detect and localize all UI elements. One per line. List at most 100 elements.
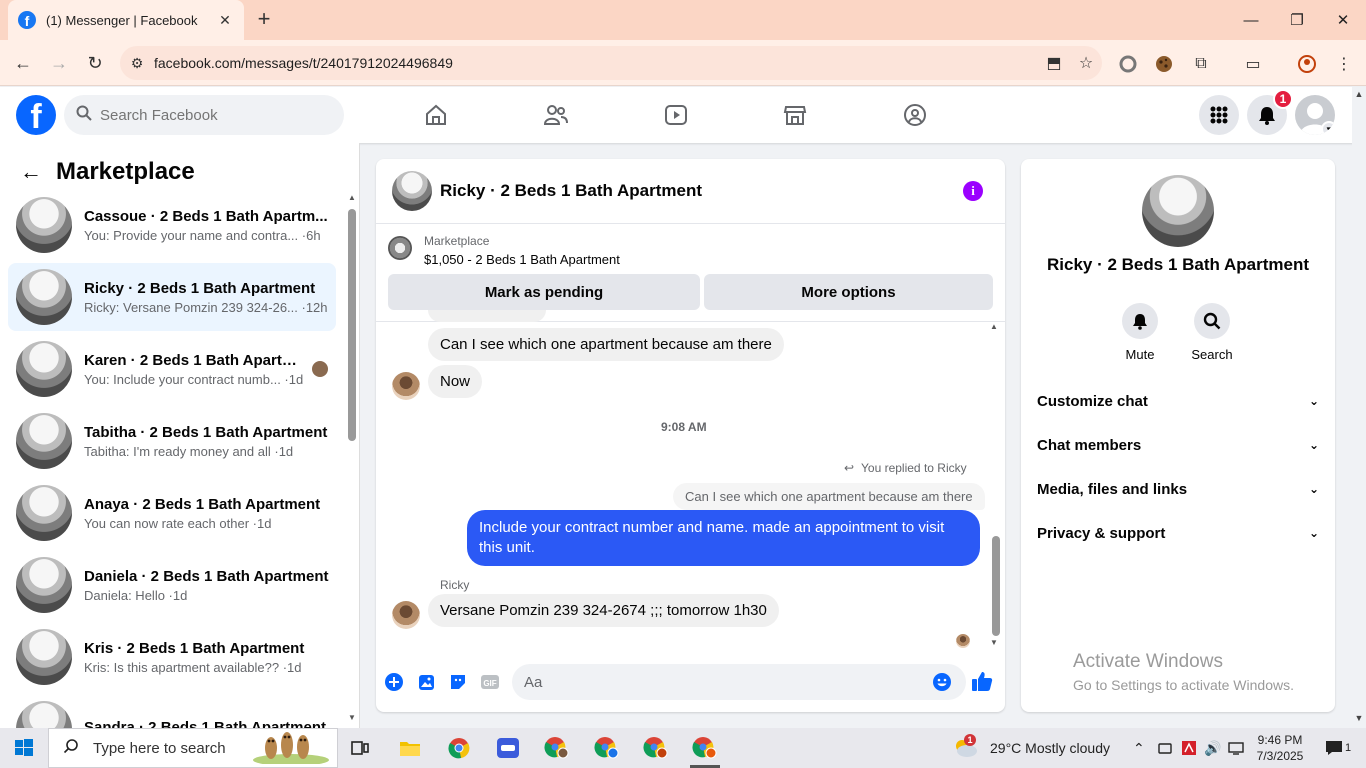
thumbs-up-icon[interactable] xyxy=(970,669,994,693)
conversation-item[interactable]: Kris · 2 Beds 1 Bath Apartment Kris: Is t… xyxy=(8,623,336,691)
tab-search-icon[interactable]: ▭ xyxy=(1241,52,1265,76)
gif-icon[interactable]: GIF xyxy=(478,670,502,694)
adobe-tray-icon[interactable] xyxy=(1181,728,1197,768)
more-actions-plus-icon[interactable] xyxy=(382,670,406,694)
profile-icon[interactable] xyxy=(1295,52,1319,76)
conversation-item[interactable]: Tabitha · 2 Beds 1 Bath Apartment Tabitha… xyxy=(8,407,336,475)
site-info-icon[interactable]: ⚙ xyxy=(120,55,154,72)
scroll-down-icon[interactable]: ▼ xyxy=(346,713,358,722)
new-tab-button[interactable]: + xyxy=(252,8,276,32)
mute-button[interactable]: Mute xyxy=(1110,303,1170,362)
browser-menu-icon[interactable]: ⋮ xyxy=(1332,52,1356,76)
incoming-message[interactable]: Can I see which one apartment because am… xyxy=(428,328,784,361)
scroll-up-icon[interactable]: ▲ xyxy=(1352,89,1366,99)
scrollbar-thumb[interactable] xyxy=(348,209,356,441)
customize-chat-section[interactable]: Customize chat ⌄ xyxy=(1037,383,1319,419)
bookmark-star-icon[interactable]: ☆ xyxy=(1070,53,1102,73)
close-tab-icon[interactable]: ✕ xyxy=(216,12,234,29)
more-options-button[interactable]: More options xyxy=(704,274,993,310)
facebook-logo-icon[interactable]: f xyxy=(16,95,56,135)
install-app-icon[interactable]: ⬒ xyxy=(1038,53,1070,73)
chevron-down-icon: ⌄ xyxy=(1308,394,1319,408)
extensions-puzzle-icon[interactable]: ⧉ xyxy=(1189,52,1213,76)
url-text[interactable]: facebook.com/messages/t/2401791202449684… xyxy=(154,55,1038,71)
friends-tab-icon[interactable] xyxy=(526,91,586,139)
facebook-search-input[interactable] xyxy=(100,106,320,124)
marketplace-tab-icon[interactable] xyxy=(765,91,825,139)
profile-photo[interactable] xyxy=(1142,175,1214,247)
abc-news-app-icon[interactable] xyxy=(494,734,522,762)
listing-thumbnail xyxy=(16,629,72,685)
conversation-item[interactable]: Anaya · 2 Beds 1 Bath Apartment You can n… xyxy=(8,479,336,547)
conversation-item[interactable]: Daniela · 2 Beds 1 Bath Apartment Daniela… xyxy=(8,551,336,619)
show-hidden-icons-icon[interactable]: ⌃ xyxy=(1133,728,1145,768)
messages-scrollbar[interactable]: ▲ ▼ xyxy=(990,322,1002,652)
groups-tab-icon[interactable] xyxy=(885,91,945,139)
emoji-icon[interactable] xyxy=(930,670,954,694)
sticker-icon[interactable] xyxy=(446,670,470,694)
scroll-up-icon[interactable]: ▲ xyxy=(346,193,358,202)
home-tab-icon[interactable] xyxy=(406,91,466,139)
conversation-item-active[interactable]: Ricky · 2 Beds 1 Bath Apartment Ricky: Ve… xyxy=(8,263,336,331)
ricky-avatar[interactable] xyxy=(392,601,420,629)
task-view-icon[interactable] xyxy=(346,734,374,762)
notification-center-icon[interactable]: 1 xyxy=(1324,728,1351,768)
scrollbar-thumb[interactable] xyxy=(992,536,1000,636)
system-clock[interactable]: 9:46 PM 7/3/2025 xyxy=(1246,732,1314,764)
address-bar[interactable]: ⚙ facebook.com/messages/t/24017912024496… xyxy=(120,46,1102,80)
incoming-message[interactable]: Now xyxy=(428,365,483,398)
info-icon[interactable]: i xyxy=(963,181,983,201)
chat-title[interactable]: Ricky · 2 Beds 1 Bath Apartment xyxy=(440,181,702,201)
file-explorer-icon[interactable] xyxy=(396,734,424,762)
outgoing-message[interactable]: Include your contract number and name. m… xyxy=(467,510,980,566)
quoted-message[interactable]: Can I see which one apartment because am… xyxy=(673,483,985,510)
chrome-profile-icon[interactable] xyxy=(593,734,621,762)
cookie-extension-icon[interactable] xyxy=(1152,52,1176,76)
privacy-support-section[interactable]: Privacy & support ⌄ xyxy=(1037,515,1319,551)
close-window-icon[interactable]: ✕ xyxy=(1320,0,1366,40)
message-input[interactable]: Aa xyxy=(512,664,966,700)
forward-icon[interactable]: → xyxy=(46,50,72,76)
taskbar-search-box[interactable]: Type here to search xyxy=(48,728,338,768)
sidebar-scrollbar[interactable]: ▲ ▼ xyxy=(346,193,358,723)
conversation-item[interactable]: Sandra · 2 Beds 1 Bath Apartment xyxy=(8,695,336,728)
weather-widget[interactable]: 1 29°C Mostly cloudy xyxy=(952,728,1110,768)
conversation-item[interactable]: Cassoue · 2 Beds 1 Bath Apartm... You: Pr… xyxy=(8,191,336,259)
menu-grid-button[interactable] xyxy=(1199,95,1239,135)
svg-text:GIF: GIF xyxy=(483,679,496,688)
notifications-button[interactable]: 1 xyxy=(1247,89,1293,135)
reload-icon[interactable]: ↻ xyxy=(82,50,108,76)
video-tab-icon[interactable] xyxy=(646,91,706,139)
attach-photo-icon[interactable] xyxy=(414,670,438,694)
listing-title[interactable]: $1,050 - 2 Beds 1 Bath Apartment xyxy=(424,252,620,267)
extension-record-icon[interactable] xyxy=(1116,52,1140,76)
chrome-profile-icon[interactable] xyxy=(642,734,670,762)
scroll-down-icon[interactable]: ▼ xyxy=(990,638,998,647)
search-label: Search xyxy=(1191,347,1233,362)
scroll-down-icon[interactable]: ▼ xyxy=(1352,713,1366,723)
conversation-item[interactable]: Karen · 2 Beds 1 Bath Apartm... You: Incl… xyxy=(8,335,336,403)
restore-window-icon[interactable]: ❐ xyxy=(1274,0,1320,40)
volume-icon[interactable]: 🔊 xyxy=(1204,728,1221,768)
mark-as-pending-button[interactable]: Mark as pending xyxy=(388,274,700,310)
search-in-conversation-button[interactable]: Search xyxy=(1182,303,1242,362)
meet-now-icon[interactable] xyxy=(1158,728,1172,768)
facebook-search-box[interactable] xyxy=(64,95,344,135)
back-icon[interactable]: ← xyxy=(10,50,36,76)
network-icon[interactable] xyxy=(1228,728,1244,768)
chrome-icon[interactable] xyxy=(445,734,473,762)
back-arrow-icon[interactable]: ← xyxy=(20,159,42,185)
media-files-links-section[interactable]: Media, files and links ⌄ xyxy=(1037,471,1319,507)
account-avatar[interactable]: ▼ xyxy=(1295,95,1335,135)
minimize-window-icon[interactable]: — xyxy=(1228,0,1274,40)
chrome-active-window-icon[interactable] xyxy=(691,734,719,762)
scroll-up-icon[interactable]: ▲ xyxy=(990,322,998,331)
chrome-profile-icon[interactable] xyxy=(543,734,571,762)
incoming-message[interactable]: Versane Pomzin 239 324-2674 ;;; tomorrow… xyxy=(428,594,779,627)
windows-start-icon[interactable] xyxy=(10,734,38,762)
page-scrollbar[interactable]: ▲ ▼ xyxy=(1352,87,1366,728)
ricky-avatar[interactable] xyxy=(392,372,420,400)
browser-tab[interactable]: f (1) Messenger | Facebook ✕ xyxy=(8,0,244,40)
chat-members-section[interactable]: Chat members ⌄ xyxy=(1037,427,1319,463)
chat-avatar[interactable] xyxy=(392,171,432,211)
